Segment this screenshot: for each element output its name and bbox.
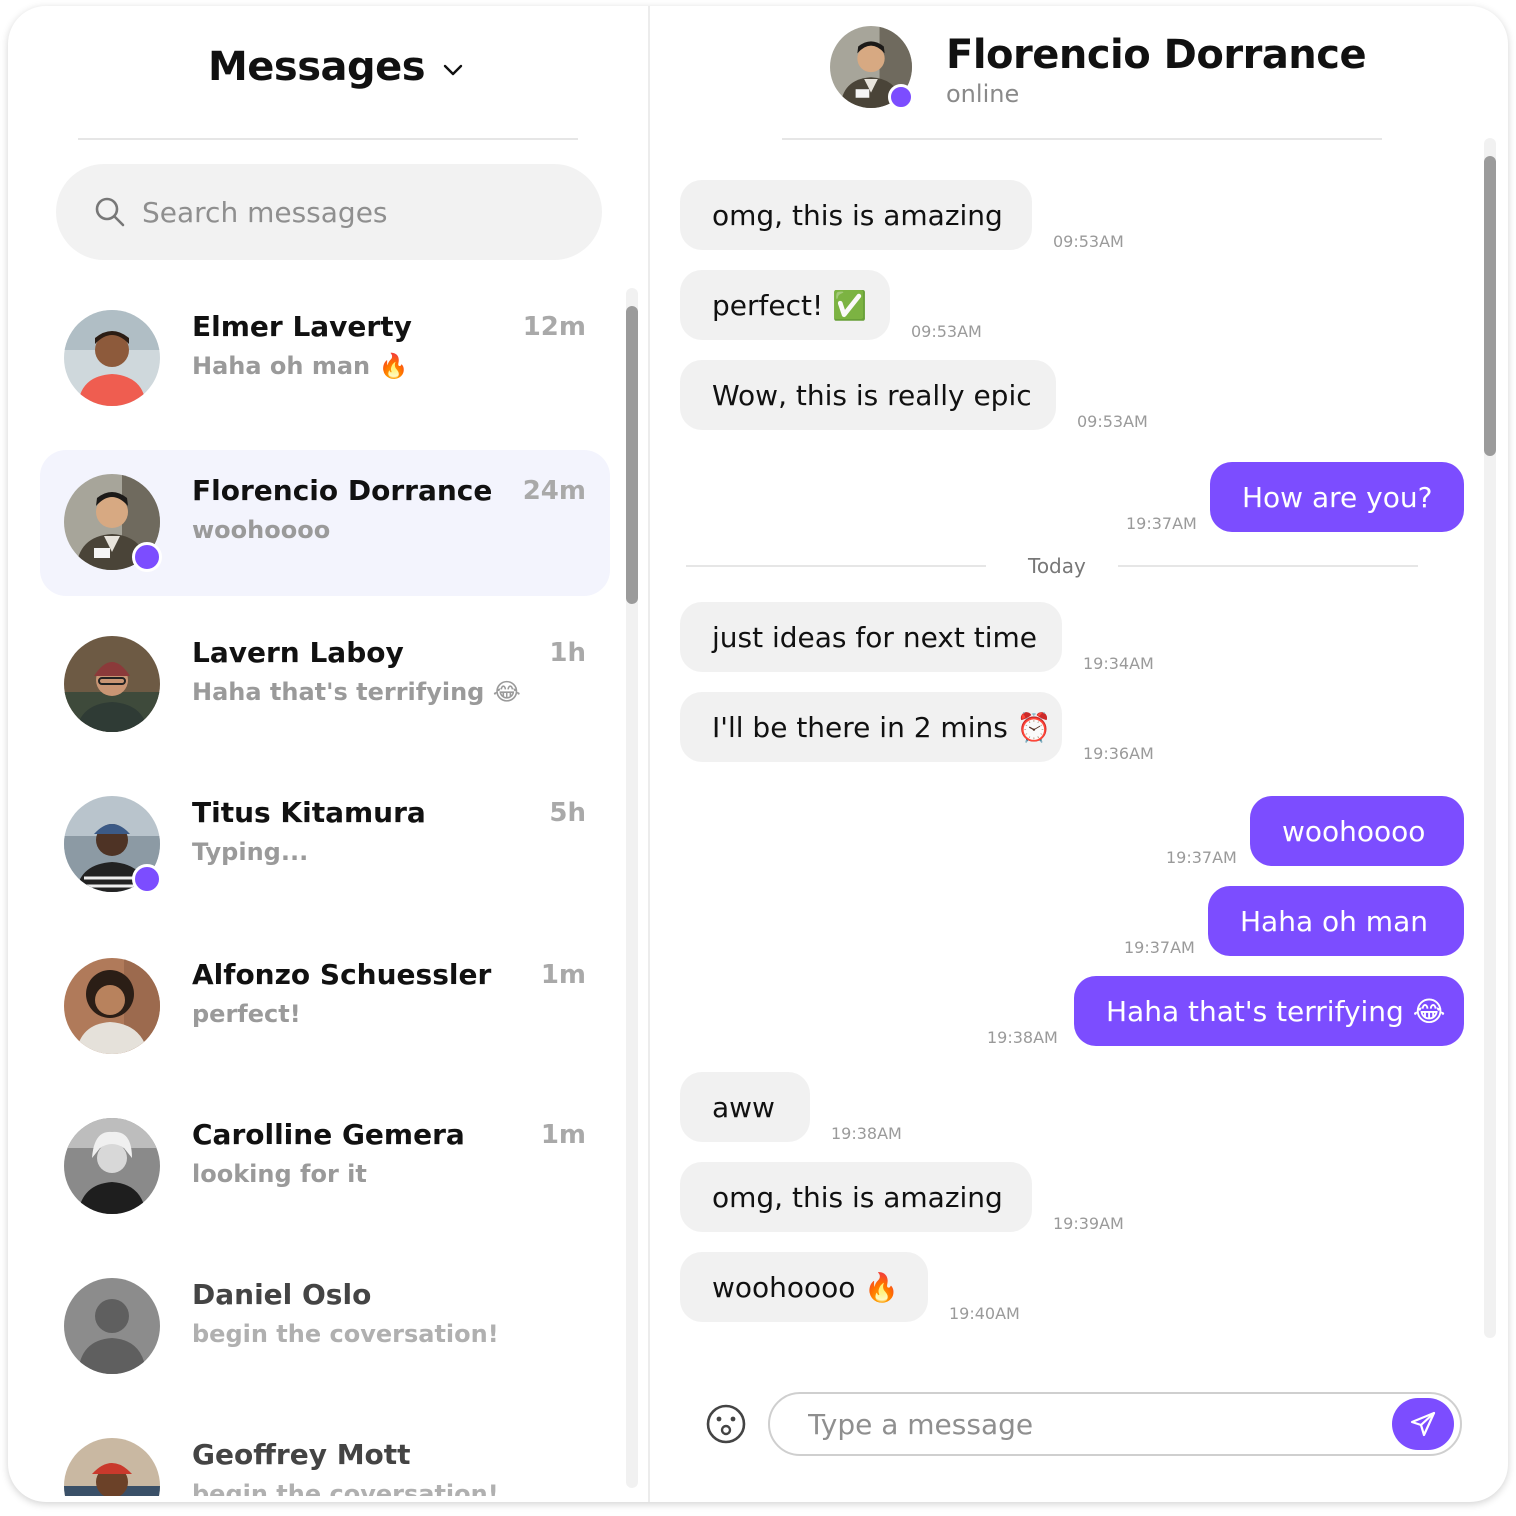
search-bar[interactable] (56, 164, 602, 260)
online-indicator (132, 542, 162, 572)
day-separator-line (686, 565, 986, 567)
avatar (64, 1438, 160, 1496)
chevron-down-icon (443, 64, 463, 76)
message-timestamp: 19:40AM (949, 1304, 1020, 1323)
incoming-message[interactable]: woohoooo 🔥 (680, 1252, 928, 1322)
conversation-item[interactable]: Carolline Gemera looking for it 1m (40, 1094, 610, 1240)
conversation-name: Florencio Dorrance (192, 474, 493, 507)
conversation-time: 5h (549, 798, 586, 828)
contact-name: Florencio Dorrance (946, 32, 1367, 78)
conversation-item[interactable]: Titus Kitamura Typing... 5h (40, 772, 610, 918)
conversation-name: Titus Kitamura (192, 796, 426, 829)
message-input[interactable] (808, 1407, 1368, 1441)
conversation-time: 12m (522, 312, 586, 342)
conversation-name: Elmer Laverty (192, 310, 412, 343)
avatar (64, 1118, 160, 1214)
search-input[interactable] (142, 195, 542, 229)
divider (782, 138, 1382, 140)
message-timestamp: 19:36AM (1083, 744, 1154, 763)
scrollbar-thumb[interactable] (1484, 156, 1496, 456)
message-timestamp: 19:38AM (831, 1124, 902, 1143)
avatar (64, 310, 160, 406)
message-timestamp: 19:38AM (987, 1028, 1058, 1047)
conversation-name: Lavern Laboy (192, 636, 404, 669)
conversation-preview: woohoooo (192, 516, 331, 544)
send-icon (1410, 1411, 1436, 1437)
message-composer[interactable] (768, 1392, 1462, 1456)
conversation-preview: perfect! (192, 1000, 301, 1028)
message-timestamp: 09:53AM (1077, 412, 1148, 431)
conversation-time: 1m (540, 960, 586, 990)
day-separator-line (1118, 565, 1418, 567)
message-timestamp: 19:37AM (1166, 848, 1237, 867)
search-icon (95, 197, 125, 227)
outgoing-message[interactable]: How are you? (1210, 462, 1464, 532)
incoming-message[interactable]: just ideas for next time (680, 602, 1062, 672)
outgoing-message[interactable]: Haha that's terrifying 😂 (1074, 976, 1464, 1046)
incoming-message[interactable]: I'll be there in 2 mins ⏰ (680, 692, 1062, 762)
day-separator-label: Today (1028, 554, 1086, 578)
conversation-item[interactable]: Geoffrey Mott begin the coversation! (40, 1414, 610, 1496)
emoji-icon[interactable] (704, 1402, 748, 1446)
messenger-window: Messages Elmer Laverty Haha oh man 🔥 12m Fl… (8, 6, 1508, 1502)
avatar (64, 1278, 160, 1374)
incoming-message[interactable]: omg, this is amazing (680, 180, 1032, 250)
conversation-time: 1h (549, 638, 586, 668)
chat-panel: Florencio Dorrance online omg, this is a… (652, 6, 1508, 1502)
conversation-name: Carolline Gemera (192, 1118, 465, 1151)
conversation-item[interactable]: Elmer Laverty Haha oh man 🔥 12m (40, 286, 610, 432)
incoming-message[interactable]: omg, this is amazing (680, 1162, 1032, 1232)
online-indicator (132, 864, 162, 894)
message-timestamp: 19:39AM (1053, 1214, 1124, 1233)
conversation-name: Alfonzo Schuessler (192, 958, 492, 991)
conversation-scrollbar[interactable] (626, 288, 638, 1488)
message-timestamp: 09:53AM (1053, 232, 1124, 251)
incoming-message[interactable]: aww (680, 1072, 810, 1142)
conversation-time: 24m (522, 476, 586, 506)
avatar (64, 958, 160, 1054)
conversation-time: 1m (540, 1120, 586, 1150)
message-timestamp: 19:37AM (1124, 938, 1195, 957)
conversation-name: Daniel Oslo (192, 1278, 372, 1311)
outgoing-message[interactable]: woohoooo (1250, 796, 1464, 866)
incoming-message[interactable]: perfect! ✅ (680, 270, 890, 340)
online-indicator (888, 84, 914, 110)
conversation-preview: looking for it (192, 1160, 367, 1188)
panel-title: Messages (208, 44, 426, 90)
conversation-name: Geoffrey Mott (192, 1438, 411, 1471)
conversation-item[interactable]: Daniel Oslo begin the coversation! (40, 1254, 610, 1400)
conversation-list: Elmer Laverty Haha oh man 🔥 12m Florencio D… (8, 286, 638, 1496)
conversation-preview: Haha that's terrifying 😂 (192, 678, 521, 706)
conversation-item[interactable]: Lavern Laboy Haha that's terrifying 😂 1h (40, 612, 610, 758)
conversation-preview: Typing... (192, 838, 309, 866)
chat-scrollbar[interactable] (1484, 138, 1496, 1338)
conversation-item[interactable]: Florencio Dorrance woohoooo 24m (40, 450, 610, 596)
incoming-message[interactable]: Wow, this is really epic (680, 360, 1056, 430)
message-timestamp: 19:34AM (1083, 654, 1154, 673)
conversation-preview: begin the coversation! (192, 1480, 499, 1496)
avatar (64, 636, 160, 732)
scrollbar-thumb[interactable] (626, 306, 638, 604)
conversations-panel: Messages Elmer Laverty Haha oh man 🔥 12m Fl… (8, 6, 650, 1502)
conversation-preview: Haha oh man 🔥 (192, 352, 409, 380)
conversation-preview: begin the coversation! (192, 1320, 499, 1348)
conversation-item[interactable]: Alfonzo Schuessler perfect! 1m (40, 934, 610, 1080)
message-timestamp: 09:53AM (911, 322, 982, 341)
messages-title-dropdown[interactable]: Messages (208, 44, 463, 90)
contact-status: online (946, 80, 1020, 108)
message-timestamp: 19:37AM (1126, 514, 1197, 533)
divider (78, 138, 578, 140)
send-button[interactable] (1392, 1398, 1454, 1450)
outgoing-message[interactable]: Haha oh man (1208, 886, 1464, 956)
